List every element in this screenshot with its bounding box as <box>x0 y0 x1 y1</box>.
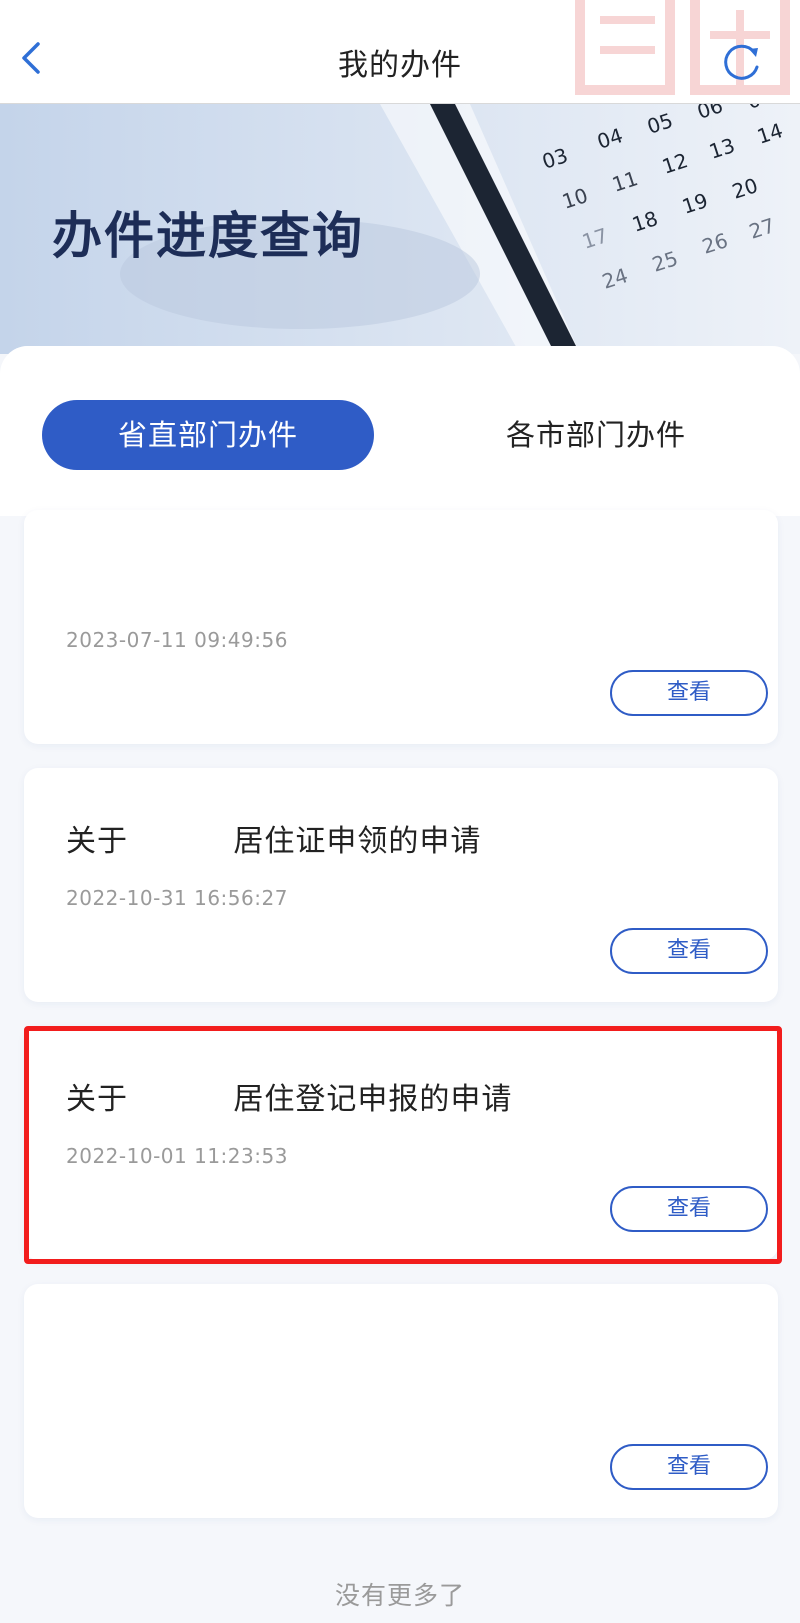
page-title: 我的办件 <box>338 48 462 83</box>
refresh-icon <box>724 44 759 80</box>
application-card: 2023-07-11 09:49:56 查看 <box>24 510 778 744</box>
tab-provincial-departments[interactable]: 省直部门办件 <box>42 400 374 470</box>
view-button[interactable]: 查看 <box>610 928 768 974</box>
progress-query-banner: 03 04 05 06 07 10 11 12 13 14 17 18 19 2… <box>0 104 800 354</box>
top-nav-bar: 我的办件 <box>0 0 800 104</box>
no-more-text: 没有更多了 <box>334 1581 465 1610</box>
tab-city-departments[interactable]: 各市部门办件 <box>430 400 762 470</box>
banner-title: 办件进度查询 <box>52 207 364 265</box>
application-card: 查看 <box>24 1284 778 1518</box>
view-button[interactable]: 查看 <box>610 1444 768 1490</box>
department-tabs: 省直部门办件 各市部门办件 <box>0 346 800 516</box>
refresh-button[interactable] <box>718 40 764 86</box>
card-date: 2023-07-11 09:49:56 <box>66 628 288 652</box>
card-title: 关于 居住证申领的申请 <box>66 824 482 859</box>
view-button[interactable]: 查看 <box>610 670 768 716</box>
card-date: 2022-10-31 16:56:27 <box>66 886 288 910</box>
highlight-box <box>24 1026 782 1264</box>
application-card: 关于 居住证申领的申请 2022-10-31 16:56:27 查看 <box>24 768 778 1002</box>
